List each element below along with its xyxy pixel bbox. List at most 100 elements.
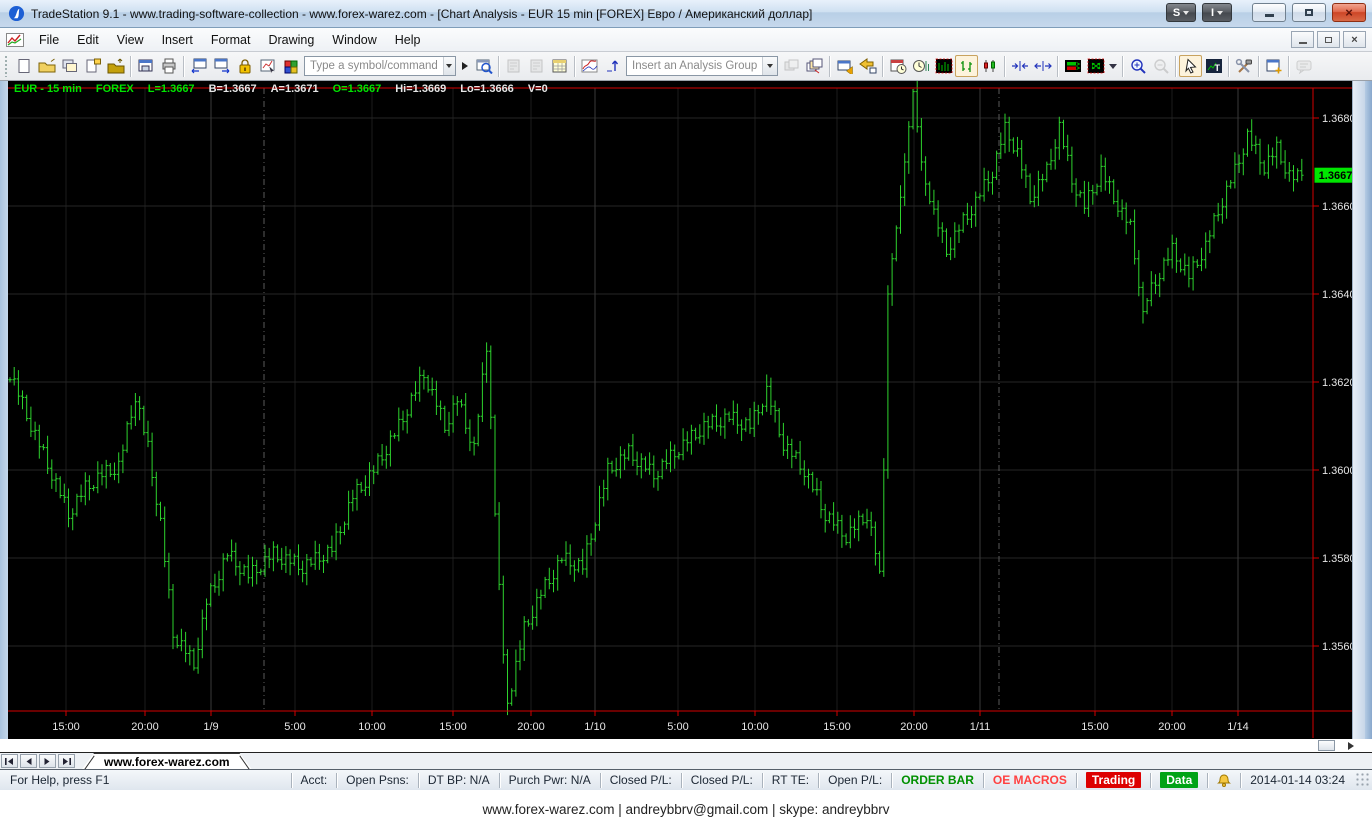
text-drawing-icon[interactable]: T (1202, 55, 1225, 77)
data-window-icon[interactable] (548, 55, 571, 77)
run-command-button[interactable] (458, 56, 472, 76)
chart-header-field: Lo=1.3666 (460, 83, 514, 97)
menu-item-edit[interactable]: Edit (68, 30, 108, 50)
auto-center-icon[interactable] (1084, 55, 1107, 77)
toolbar-separator (1288, 56, 1289, 77)
menu-item-file[interactable]: File (30, 30, 68, 50)
restore-icon (1305, 9, 1313, 16)
toolbar-separator (1004, 56, 1005, 77)
first-workspace-button[interactable] (1, 754, 18, 768)
shortcuts-button[interactable]: S (1166, 3, 1196, 22)
new-workspace-icon[interactable] (12, 55, 35, 77)
horizontal-scrollbar-thumb[interactable] (1318, 740, 1335, 751)
symbol-combo-placeholder[interactable]: Type a symbol/command (305, 60, 443, 72)
next-icon (42, 757, 53, 766)
pointer-tool-icon[interactable] (1179, 55, 1202, 77)
candlestick-style-icon[interactable] (978, 55, 1001, 77)
apply-analysis-icon (780, 55, 803, 77)
time-interval-icon[interactable] (909, 55, 932, 77)
menu-item-format[interactable]: Format (202, 30, 260, 50)
vertical-scrollbar[interactable] (1352, 81, 1365, 739)
add-note-icon[interactable] (1262, 55, 1285, 77)
symbol-combo[interactable]: Type a symbol/command (304, 56, 456, 76)
analysis-groups-icon[interactable] (803, 55, 826, 77)
auto-center-dropdown[interactable] (1107, 64, 1119, 69)
toolbar-separator (1175, 56, 1176, 77)
time-axis-label: 5:00 (667, 721, 688, 733)
minimize-button[interactable] (1252, 3, 1286, 22)
symbol-lookup-icon[interactable] (472, 55, 495, 77)
tradestation-app: TradeStation 9.1 - www.trading-software-… (0, 0, 1372, 829)
session-hours-icon[interactable] (886, 55, 909, 77)
menu-item-view[interactable]: View (108, 30, 153, 50)
expand-bars-icon[interactable] (1031, 55, 1054, 77)
bar-style-icon[interactable] (932, 55, 955, 77)
menu-item-help[interactable]: Help (386, 30, 430, 50)
mdi-minimize-button[interactable] (1291, 31, 1314, 48)
resize-grip[interactable] (1356, 773, 1370, 787)
status-field: 2014-01-14 03:24 (1240, 773, 1354, 788)
send-to-window-icon[interactable] (833, 55, 856, 77)
status-field: Open Psns: (336, 773, 418, 788)
object-explorer-icon[interactable] (279, 55, 302, 77)
time-axis-label: 15:00 (823, 721, 851, 733)
horizontal-scroll-strip (0, 739, 1372, 753)
chart-type-icon[interactable] (578, 55, 601, 77)
chat-icon (1292, 55, 1315, 77)
next-window-icon[interactable] (210, 55, 233, 77)
mdi-close-button[interactable]: × (1343, 31, 1366, 48)
restore-button[interactable] (1292, 3, 1326, 22)
close-button[interactable]: × (1332, 3, 1366, 22)
compress-bars-icon[interactable] (1008, 55, 1031, 77)
scale-range-icon[interactable] (601, 55, 624, 77)
menu-item-window[interactable]: Window (323, 30, 385, 50)
toolbar-separator (1057, 56, 1058, 77)
mdi-restore-button[interactable] (1317, 31, 1340, 48)
drawing-tools-icon[interactable] (1232, 55, 1255, 77)
save-workspace-as-icon[interactable] (81, 55, 104, 77)
chart-analysis-window[interactable]: EUR - 15 minFOREXL=1.3667B=1.3667A=1.367… (8, 81, 1352, 739)
restore-icon (1325, 37, 1332, 43)
close-workspace-icon[interactable] (104, 55, 127, 77)
menu-item-drawing[interactable]: Drawing (259, 30, 323, 50)
analysis-combo-placeholder[interactable]: Insert an Analysis Group (627, 60, 762, 72)
menu-bar: FileEditViewInsertFormatDrawingWindowHel… (0, 28, 1372, 52)
save-all-workspaces-icon[interactable] (58, 55, 81, 77)
format-window-icon[interactable] (256, 55, 279, 77)
chart-status-line: EUR - 15 minFOREXL=1.3667B=1.3667A=1.367… (14, 83, 548, 97)
window-title: TradeStation 9.1 - www.trading-software-… (31, 7, 812, 21)
zoom-in-icon[interactable] (1126, 55, 1149, 77)
chevron-down-icon[interactable] (762, 57, 777, 75)
next-workspace-button[interactable] (39, 754, 56, 768)
menu-item-insert[interactable]: Insert (153, 30, 202, 50)
help-text: For Help, press F1 (0, 773, 291, 787)
analysis-combo[interactable]: Insert an Analysis Group (626, 56, 778, 76)
price-axis-label: 1.3560 (1322, 641, 1352, 653)
ohlc-style-icon[interactable] (955, 55, 978, 77)
print-icon[interactable] (157, 55, 180, 77)
price-chart[interactable]: 1.36801.36601.36401.36201.36001.35801.35… (8, 81, 1352, 739)
time-axis-label: 1/9 (203, 721, 218, 733)
last-workspace-button[interactable] (58, 754, 75, 768)
previous-window-icon[interactable] (187, 55, 210, 77)
open-workspace-icon[interactable] (35, 55, 58, 77)
chart-window-icon (6, 33, 24, 47)
chevron-down-icon[interactable] (443, 57, 455, 75)
time-axis-label: 20:00 (517, 721, 545, 733)
indicator-button[interactable]: I (1202, 3, 1232, 22)
status-field: Open P/L: (818, 773, 891, 788)
status-line-icon[interactable] (1061, 55, 1084, 77)
time-axis-label: 20:00 (1158, 721, 1186, 733)
toolbar-grip[interactable] (4, 55, 9, 77)
save-desktop-icon[interactable] (134, 55, 157, 77)
status-field: OE MACROS (983, 773, 1076, 788)
import-analysis-icon[interactable] (856, 55, 879, 77)
workspace-tab[interactable]: www.forex-warez.com (82, 753, 252, 769)
scroll-right-arrow-icon[interactable] (1348, 742, 1354, 750)
price-axis-label: 1.3660 (1322, 201, 1352, 213)
previous-workspace-button[interactable] (20, 754, 37, 768)
chart-header-field: B=1.3667 (209, 83, 257, 97)
price-axis-label: 1.3680 (1322, 113, 1352, 125)
lock-desktop-icon[interactable] (233, 55, 256, 77)
alert-bell-icon (1207, 773, 1240, 788)
